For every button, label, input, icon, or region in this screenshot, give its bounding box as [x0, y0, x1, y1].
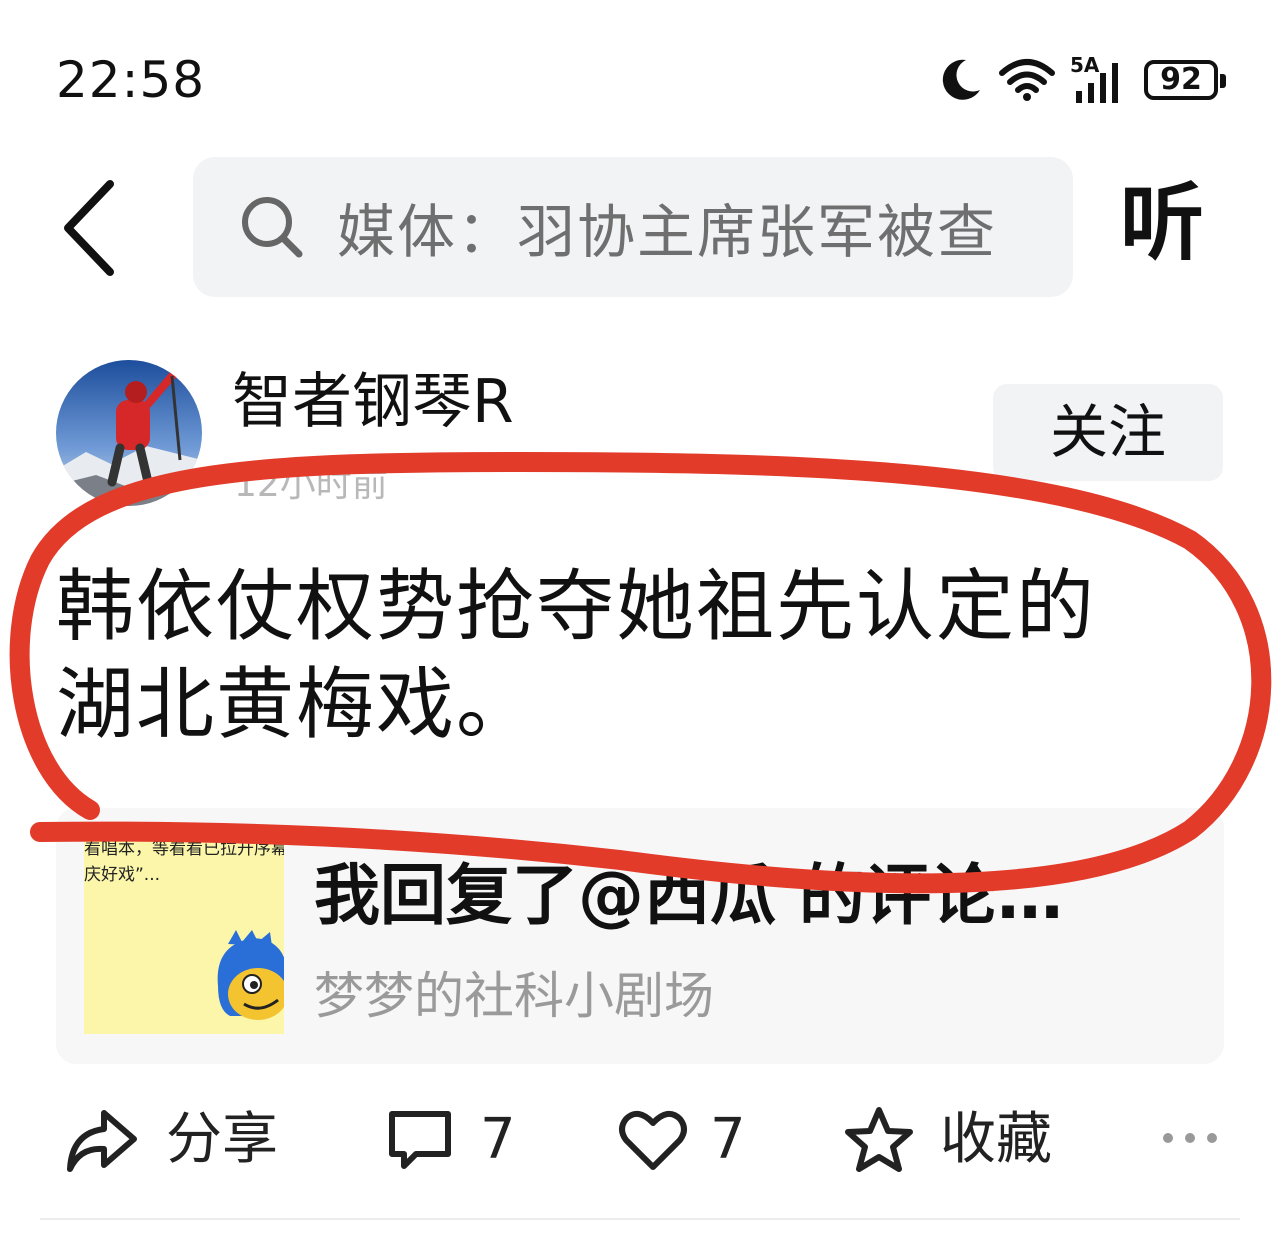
search-input[interactable]: 媒体：羽协主席张军被查	[193, 157, 1073, 297]
comment-button[interactable]: 7	[386, 1100, 516, 1180]
heart-icon	[619, 1110, 687, 1170]
listen-button[interactable]: 听	[1120, 168, 1204, 278]
favorite-button[interactable]: 收藏	[844, 1100, 1052, 1180]
post-time: 12小时前	[234, 464, 388, 505]
comment-icon	[389, 1111, 451, 1169]
wifi-icon	[999, 59, 1055, 101]
cellular-signal-icon: 5A	[1070, 55, 1130, 105]
battery-icon: 92	[1144, 60, 1226, 100]
more-icon[interactable]	[1160, 1118, 1220, 1158]
search-icon	[242, 197, 303, 258]
quote-title: 我回复了@西瓜 的评论…	[314, 857, 1063, 934]
comment-count: 7	[480, 1107, 516, 1172]
post-text-line: 湖北黄梅戏。	[56, 660, 537, 750]
author-name[interactable]: 智者钢琴R	[232, 364, 514, 440]
like-count: 7	[710, 1107, 746, 1172]
quoted-post-card[interactable]: 看唱本，等看看已拉开序幕 庆好戏”... 我回复了@西瓜 的评论… 梦梦的社科小…	[56, 808, 1224, 1064]
divider	[40, 1218, 1240, 1220]
favorite-label: 收藏	[940, 1107, 1052, 1172]
quote-thumbnail: 看唱本，等看看已拉开序幕 庆好戏”...	[84, 838, 284, 1034]
quote-source: 梦梦的社科小剧场	[314, 967, 714, 1025]
avatar[interactable]	[56, 360, 202, 506]
status-time: 22:58	[56, 51, 206, 109]
thumbnail-text: 看唱本，等看看已拉开序幕	[84, 839, 284, 859]
share-icon	[67, 1110, 137, 1172]
moon-icon	[942, 59, 980, 100]
like-button[interactable]: 7	[618, 1100, 746, 1180]
share-label: 分享	[166, 1107, 278, 1172]
follow-button[interactable]: 关注	[993, 384, 1223, 481]
post-text-line: 韩依仗权势抢夺她祖先认定的	[56, 562, 1097, 652]
cartoon-avatar-icon	[217, 930, 284, 1020]
star-icon	[845, 1107, 913, 1172]
share-button[interactable]: 分享	[64, 1100, 278, 1180]
post-text: 韩依仗权势抢夺她祖先认定的 湖北黄梅戏。	[56, 558, 1216, 754]
status-icons: 5A 92	[936, 52, 1226, 108]
search-placeholder: 媒体：羽协主席张军被查	[337, 198, 998, 266]
back-icon[interactable]	[52, 168, 132, 288]
thumbnail-text: 庆好戏”...	[84, 865, 161, 885]
